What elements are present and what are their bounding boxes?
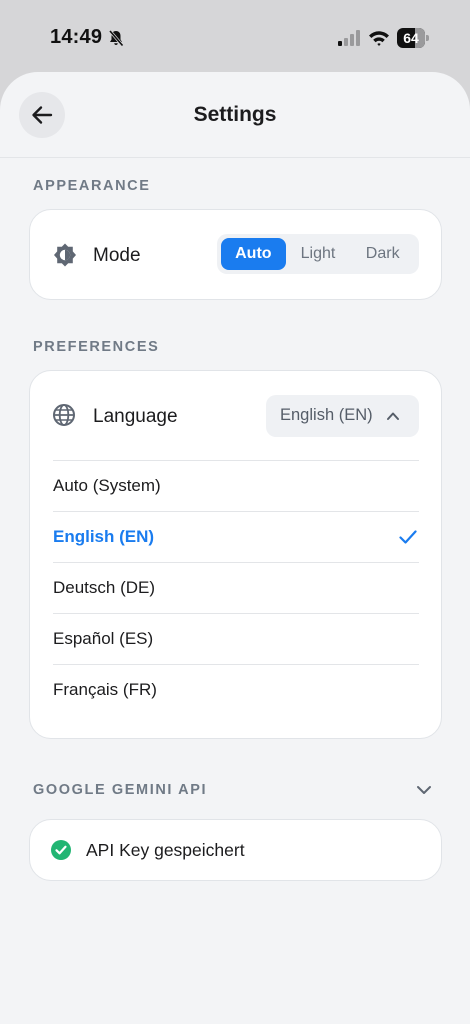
gemini-section-label: GOOGLE GEMINI API [33, 782, 208, 798]
check-icon [399, 530, 417, 544]
mode-label: Mode [93, 245, 141, 266]
language-option-label: Auto (System) [53, 476, 161, 495]
language-option-label: Deutsch (DE) [53, 578, 156, 597]
preferences-card: Language English (EN) Auto (System) Engl… [29, 370, 442, 739]
appearance-card: Mode Auto Light Dark [29, 209, 442, 300]
language-option[interactable]: Español (ES) [53, 613, 419, 664]
chevron-down-icon[interactable] [416, 784, 432, 796]
battery-indicator: 64 [397, 28, 429, 48]
contrast-icon [54, 243, 76, 267]
language-option[interactable]: Deutsch (DE) [53, 562, 419, 613]
status-bar: 14:49 64 [0, 0, 470, 72]
language-option-selected[interactable]: English (EN) [53, 511, 419, 562]
wifi-icon [369, 31, 389, 46]
bell-off-icon [108, 30, 124, 47]
mode-option-auto[interactable]: Auto [221, 238, 286, 270]
mode-segmented-control: Auto Light Dark [217, 234, 419, 274]
language-option-label: Français (FR) [53, 680, 157, 699]
language-label: Language [93, 406, 178, 427]
globe-icon [53, 404, 75, 426]
language-option-list: Auto (System) English (EN) Deutsch (DE) … [53, 460, 419, 715]
api-key-status: API Key gespeichert [86, 840, 245, 860]
chevron-up-icon [387, 412, 399, 420]
battery-cap [426, 35, 429, 41]
page-title: Settings [193, 103, 277, 126]
appearance-section-label: APPEARANCE [33, 178, 151, 194]
preferences-section-label: PREFERENCES [33, 339, 160, 355]
mode-option-dark[interactable]: Dark [350, 238, 415, 270]
language-option-label: English (EN) [53, 527, 155, 546]
signal-icon [338, 30, 360, 46]
status-time: 14:49 [50, 26, 103, 48]
language-dropdown-value: English (EN) [280, 406, 373, 424]
language-option[interactable]: Français (FR) [53, 664, 419, 715]
navigation-bar: Settings [0, 72, 470, 158]
language-option[interactable]: Auto (System) [53, 460, 419, 511]
battery-body: 64 [397, 28, 425, 48]
language-option-label: Español (ES) [53, 629, 154, 648]
check-circle-icon [51, 840, 71, 860]
mode-option-light[interactable]: Light [286, 238, 351, 270]
language-dropdown[interactable]: English (EN) [266, 395, 419, 437]
gemini-api-card: API Key gespeichert [29, 819, 442, 881]
battery-level: 64 [403, 30, 419, 46]
